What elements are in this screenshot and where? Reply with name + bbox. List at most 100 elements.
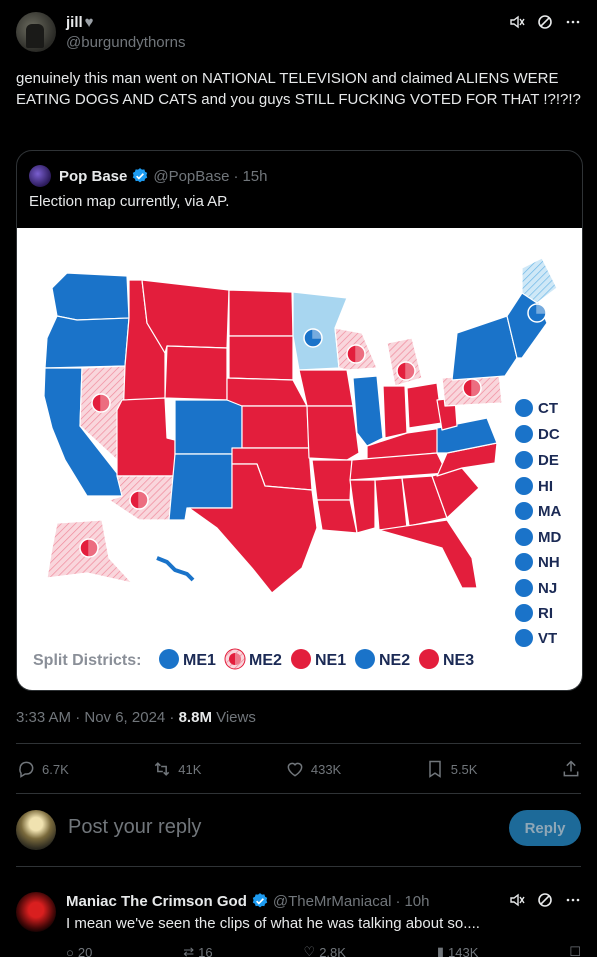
like-action[interactable]: 433K: [285, 759, 341, 779]
marker-arizona: [129, 490, 149, 510]
legend-ne3: NE3: [419, 649, 474, 669]
state-oregon: [44, 315, 130, 369]
label-me2: ME2: [249, 652, 282, 669]
author-avatar[interactable]: [16, 12, 56, 52]
author-handle[interactable]: @burgundythorns: [66, 34, 185, 51]
marker-maine: [527, 303, 547, 323]
bookmark-icon: ☐: [569, 944, 581, 957]
us-states: [43, 257, 558, 594]
label-ct: CT: [538, 400, 558, 417]
quoted-post-header: Pop Base @PopBase · 15h: [29, 165, 268, 187]
post-meta: 3:33 AM · Nov 6, 2024 · 8.8M Views: [16, 709, 256, 726]
marker-alaska: [79, 538, 99, 558]
quoted-author-avatar[interactable]: [29, 165, 51, 187]
marker-minnesota: [303, 328, 323, 348]
state-kansas: [241, 405, 310, 449]
legend-hi: HI: [515, 477, 553, 495]
legend-ne2: NE2: [355, 649, 410, 669]
share-icon: [563, 760, 579, 777]
state-utah: [116, 397, 176, 477]
quoted-post-text: Election map currently, via AP.: [29, 193, 230, 210]
legend-ri: RI: [515, 604, 553, 622]
label-de: DE: [538, 452, 559, 469]
legend-me2: ME2: [224, 648, 282, 670]
label-ne1: NE1: [315, 652, 346, 669]
reply-action[interactable]: 6.7K: [16, 759, 69, 779]
label-hi: HI: [538, 478, 553, 495]
state-ohio: [406, 382, 443, 429]
author-name-line[interactable]: jill ♥: [66, 14, 94, 31]
post-timestamp[interactable]: 3:33 AM · Nov 6, 2024 ·: [16, 709, 179, 726]
reply-author-avatar[interactable]: [16, 892, 56, 932]
state-maine: [521, 257, 558, 304]
reply-button[interactable]: Reply: [509, 810, 581, 846]
post-actions: 6.7K 41K 433K 5.5K: [16, 757, 581, 781]
state-missouri: [306, 405, 360, 461]
reply-views-action[interactable]: ▮ 143K: [437, 944, 479, 957]
reply-bookmark-action[interactable]: ☐: [569, 944, 581, 957]
quoted-post[interactable]: Pop Base @PopBase · 15h Election map cur…: [16, 150, 583, 691]
bookmark-count: 5.5K: [450, 761, 478, 777]
legend-dc: DC: [515, 425, 560, 443]
legend-nj: NJ: [515, 579, 557, 597]
reply-views-count: 143K: [448, 944, 479, 957]
legend-vt: VT: [515, 629, 557, 647]
heart-icon: [287, 762, 303, 777]
state-south-dakota: [228, 335, 294, 381]
views-icon: ▮: [436, 944, 445, 957]
label-ma: MA: [538, 503, 561, 520]
header-icons: [509, 14, 581, 30]
reply-post[interactable]: Maniac The Crimson God @TheMrManiacal · …: [16, 880, 581, 957]
author-display-name[interactable]: jill: [66, 14, 83, 31]
state-alabama: [374, 477, 408, 531]
election-map: CT DC DE HI MA MD NH NJ RI VT Split Dist…: [33, 257, 561, 670]
separator-dot: ·: [233, 167, 239, 185]
more-icon[interactable]: [565, 892, 581, 908]
quoted-author-name[interactable]: Pop Base: [59, 168, 127, 185]
reply-time: 10h: [404, 892, 430, 910]
label-nh: NH: [538, 554, 560, 571]
reply-header: Maniac The Crimson God @TheMrManiacal · …: [66, 892, 429, 910]
bookmark-action[interactable]: 5.5K: [425, 759, 478, 779]
state-florida: [378, 519, 478, 589]
reply-icon: ○: [66, 944, 74, 957]
reply-composer: Post your reply Reply: [16, 808, 581, 852]
repost-icon: [155, 762, 170, 776]
block-icon[interactable]: [537, 14, 553, 30]
legend-ne1: NE1: [291, 649, 346, 669]
reply-repost-action[interactable]: ⇄ 16: [183, 944, 212, 957]
election-map-image[interactable]: CT DC DE HI MA MD NH NJ RI VT Split Dist…: [17, 228, 582, 690]
reply-like-action[interactable]: ♡ 2.8K: [304, 944, 346, 957]
divider: [16, 866, 581, 867]
reply-author-handle: @TheMrManiacal: [272, 892, 392, 910]
small-states-legend: CT DC DE HI MA MD NH NJ RI VT: [515, 399, 561, 647]
state-new-york: [451, 315, 518, 381]
heart-icon: ♡: [303, 944, 316, 957]
label-ri: RI: [538, 605, 553, 622]
views-count: 8.8M: [178, 709, 212, 726]
state-north-dakota: [228, 289, 294, 337]
reply-reply-action[interactable]: ○ 20: [66, 944, 92, 957]
legend-me1: ME1: [159, 649, 216, 669]
reply-icon: [19, 761, 34, 778]
verified-badge-icon: [133, 168, 148, 183]
state-wyoming: [164, 345, 228, 401]
repost-count: 41K: [178, 761, 202, 777]
reply-input[interactable]: Post your reply: [68, 816, 201, 839]
state-hawaii: [156, 556, 195, 582]
more-icon[interactable]: [565, 14, 581, 30]
block-icon[interactable]: [537, 892, 553, 908]
state-nebraska: [226, 377, 308, 407]
share-action[interactable]: [561, 759, 581, 779]
reply-author-name[interactable]: Maniac The Crimson God: [66, 893, 247, 910]
post-text: genuinely this man went on NATIONAL TELE…: [16, 70, 581, 108]
marker-nevada: [91, 393, 111, 413]
mute-icon[interactable]: [509, 892, 525, 908]
label-nj: NJ: [538, 580, 557, 597]
current-user-avatar[interactable]: [16, 810, 56, 850]
views-label: Views: [211, 709, 256, 726]
reply-text: I mean we've seen the clips of what he w…: [66, 915, 480, 932]
repost-action[interactable]: 41K: [152, 759, 201, 779]
reply-count: 6.7K: [42, 761, 69, 777]
mute-icon[interactable]: [509, 14, 525, 30]
